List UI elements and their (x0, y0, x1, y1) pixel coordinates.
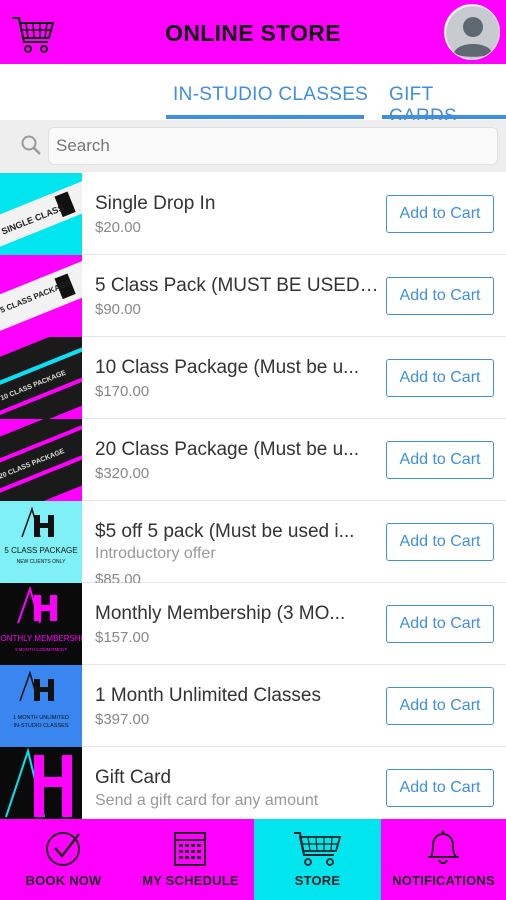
nav-label: MY SCHEDULE (142, 873, 239, 888)
user-avatar-icon[interactable] (444, 4, 500, 60)
store-tabs: IN-STUDIO CLASSES GIFT CARDS (0, 64, 506, 127)
tab-in-studio-classes[interactable]: IN-STUDIO CLASSES (173, 84, 368, 106)
thumbnail-text: MONTHLY MEMBERSHIP (0, 634, 82, 643)
thumbnail-text: 1 MONTH UNLIMITED (13, 715, 69, 721)
product-name: Monthly Membership (3 MO... (95, 603, 346, 624)
nav-notifications[interactable]: NOTIFICATIONS (381, 819, 506, 900)
add-to-cart-button[interactable]: Add to Cart (386, 769, 494, 807)
calendar-icon (174, 832, 206, 866)
bell-icon (428, 830, 459, 864)
list-item[interactable]: MONTHLY MEMBERSHIP 3 MONTH COMMITMENT Mo… (0, 583, 506, 665)
thumbnail-subtext: IN-STUDIO CLASSES (13, 723, 68, 729)
product-price: $170.00 (95, 383, 150, 400)
thumbnail-subtext: NEW CLIENTS ONLY (17, 559, 66, 565)
list-item[interactable]: 5 CLASS PACKAGE 5 Class Pack (MUST BE US… (0, 255, 506, 337)
shopping-cart-icon (294, 832, 342, 866)
product-subtitle: Introductory offer (95, 545, 216, 562)
product-name: 1 Month Unlimited Classes (95, 685, 321, 706)
nav-label: NOTIFICATIONS (392, 873, 495, 888)
search-input[interactable] (48, 127, 498, 165)
search-icon (21, 135, 41, 155)
add-to-cart-button[interactable]: Add to Cart (386, 277, 494, 315)
product-price: $320.00 (95, 465, 150, 482)
list-item[interactable]: SINGLE CLASS Single Drop In $20.00 Add t… (0, 173, 506, 255)
product-name: 10 Class Package (Must be u... (95, 357, 360, 378)
product-thumbnail: 20 CLASS PACKAGE (0, 419, 82, 501)
product-list: SINGLE CLASS Single Drop In $20.00 Add t… (0, 173, 506, 819)
product-thumbnail: 5 CLASS PACKAGE (0, 255, 82, 337)
product-thumbnail (0, 747, 82, 819)
add-to-cart-button[interactable]: Add to Cart (386, 359, 494, 397)
search-bar (0, 120, 506, 172)
list-item[interactable]: Gift Card Send a gift card for any amoun… (0, 747, 506, 819)
product-thumbnail: 5 CLASS PACKAGE NEW CLIENTS ONLY (0, 501, 82, 583)
product-subtitle: Send a gift card for any amount (95, 792, 319, 809)
add-to-cart-button[interactable]: Add to Cart (386, 687, 494, 725)
list-item[interactable]: 20 CLASS PACKAGE 20 Class Package (Must … (0, 419, 506, 501)
add-to-cart-button[interactable]: Add to Cart (386, 523, 494, 561)
product-thumbnail: 1 MONTH UNLIMITED IN-STUDIO CLASSES (0, 665, 82, 747)
bottom-navigation: BOOK NOW MY SCHEDULE STORE NOTIFICATIONS (0, 819, 506, 900)
product-name: Single Drop In (95, 193, 216, 214)
list-item[interactable]: 1 MONTH UNLIMITED IN-STUDIO CLASSES 1 Mo… (0, 665, 506, 747)
add-to-cart-button[interactable]: Add to Cart (386, 441, 494, 479)
product-name: 20 Class Package (Must be u... (95, 439, 360, 460)
product-thumbnail: MONTHLY MEMBERSHIP 3 MONTH COMMITMENT (0, 583, 82, 665)
page-title: ONLINE STORE (165, 20, 341, 46)
nav-store[interactable]: STORE (254, 819, 381, 900)
nav-label: STORE (294, 873, 341, 888)
nav-my-schedule[interactable]: MY SCHEDULE (127, 819, 254, 900)
product-price: $157.00 (95, 629, 150, 646)
product-name: 5 Class Pack (MUST BE USED ... (95, 275, 380, 296)
tab-underline (166, 115, 364, 119)
product-price: $90.00 (95, 301, 141, 318)
tab-underline (382, 115, 506, 119)
list-item[interactable]: 10 CLASS PACKAGE 10 Class Package (Must … (0, 337, 506, 419)
product-name: $5 off 5 pack (Must be used i... (95, 521, 355, 542)
thumbnail-text: 5 CLASS PACKAGE (4, 546, 77, 555)
nav-label: BOOK NOW (25, 873, 102, 888)
thumbnail-subtext: 3 MONTH COMMITMENT (15, 647, 68, 652)
checkmark-circle-icon (46, 832, 80, 866)
product-price: $20.00 (95, 219, 141, 236)
add-to-cart-button[interactable]: Add to Cart (386, 195, 494, 233)
product-price: $397.00 (95, 711, 150, 728)
list-item[interactable]: 5 CLASS PACKAGE NEW CLIENTS ONLY $5 off … (0, 501, 506, 588)
nav-book-now[interactable]: BOOK NOW (0, 819, 127, 900)
product-thumbnail: SINGLE CLASS (0, 173, 82, 255)
product-thumbnail: 10 CLASS PACKAGE (0, 337, 82, 419)
add-to-cart-button[interactable]: Add to Cart (386, 605, 494, 643)
app-header: ONLINE STORE (0, 0, 506, 64)
product-name: Gift Card (95, 767, 172, 788)
